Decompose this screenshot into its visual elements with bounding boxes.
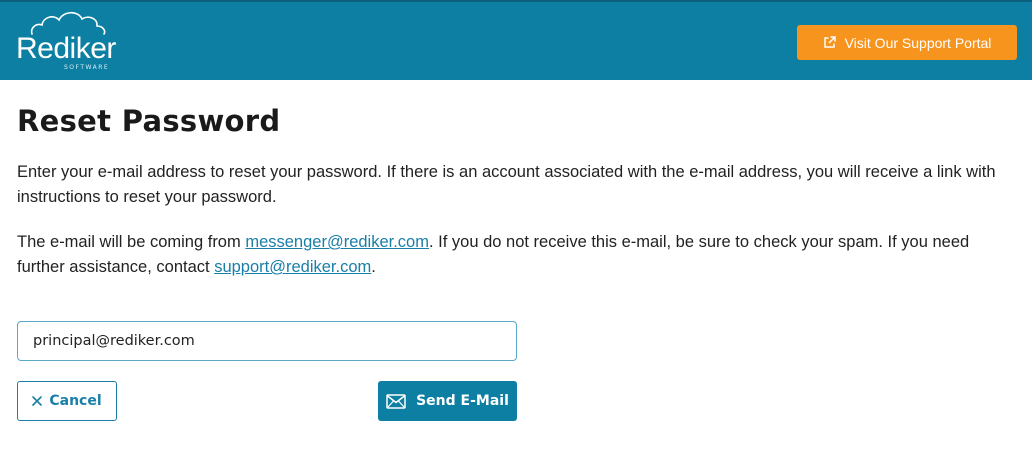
send-email-label: Send E-Mail (416, 393, 509, 409)
close-icon (32, 396, 43, 406)
cancel-button[interactable]: Cancel (17, 381, 117, 421)
logo-wordmark: Rediker (16, 32, 116, 65)
page-title: Reset Password (17, 104, 281, 138)
support-portal-button[interactable]: Visit Our Support Portal (797, 25, 1017, 60)
support-portal-label: Visit Our Support Portal (844, 34, 992, 51)
top-header-bar: Rediker SOFTWARE Visit Our Support Porta… (0, 0, 1032, 80)
logo-subtext: SOFTWARE (64, 64, 110, 71)
contact-text-part1: The e-mail will be coming from (17, 233, 246, 251)
email-input[interactable] (17, 321, 517, 361)
external-link-icon (823, 36, 836, 49)
envelope-icon (386, 393, 406, 409)
cancel-button-label: Cancel (49, 393, 102, 409)
contact-paragraph: The e-mail will be coming from messenger… (17, 230, 1017, 280)
messenger-email-link[interactable]: messenger@rediker.com (245, 233, 429, 251)
rediker-logo[interactable]: Rediker SOFTWARE (16, 6, 136, 76)
contact-text-part3: . (371, 258, 376, 276)
support-email-link[interactable]: support@rediker.com (214, 258, 371, 276)
instructions-paragraph: Enter your e-mail address to reset your … (17, 163, 996, 206)
send-email-button[interactable]: Send E-Mail (378, 381, 517, 421)
